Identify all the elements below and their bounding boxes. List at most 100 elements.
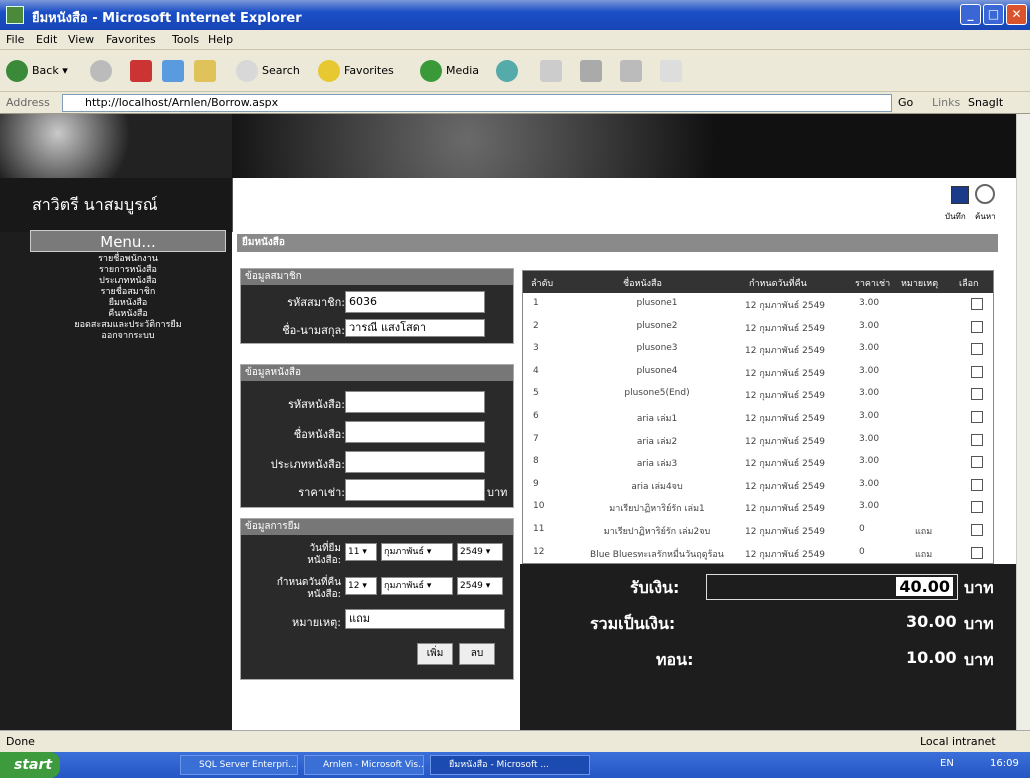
member-name-field[interactable]: วารณี แสงโสดา [345, 319, 485, 337]
task-visual-studio[interactable]: Arnlen - Microsoft Vis... [304, 755, 424, 775]
window-titlebar[interactable]: ยืมหนังสือ - Microsoft Internet Explorer… [0, 0, 1030, 30]
row-title: aria เล่ม3 [636, 459, 678, 470]
book-panel: ข้อมูลหนังสือ รหัสหนังสือ: ชื่อหนังสือ: … [240, 364, 514, 508]
minimize-button[interactable]: _ [960, 4, 981, 25]
media-button[interactable]: Media [420, 58, 479, 84]
magnifier-icon[interactable] [975, 184, 995, 204]
book-name-field[interactable] [345, 421, 485, 443]
address-input[interactable]: http://localhost/Arnlen/Borrow.aspx [62, 94, 892, 112]
sidebar-item-return[interactable]: คืนหนังสือ [30, 309, 226, 320]
start-button[interactable]: start [0, 752, 60, 778]
mail-button[interactable] [540, 58, 566, 84]
row-due: 12 กุมภาพันธ์ 2549 [745, 549, 826, 560]
menu-favorites[interactable]: Favorites [106, 33, 156, 46]
book-id-field[interactable] [345, 391, 485, 413]
home-button[interactable] [194, 58, 220, 84]
due-month-select[interactable]: กุมภาพันธ์ ▾ [381, 577, 453, 595]
task-ie[interactable]: ยืมหนังสือ - Microsoft ... [430, 755, 590, 775]
page-scrollbar[interactable] [1016, 114, 1030, 752]
sidebar-item-borrow[interactable]: ยืมหนังสือ [30, 298, 226, 309]
add-button[interactable]: เพิ่ม [417, 643, 453, 665]
row-select-checkbox[interactable] [971, 298, 983, 310]
sidebar-item-logout[interactable]: ออกจากระบบ [30, 331, 226, 342]
row-select-checkbox[interactable] [971, 433, 983, 446]
received-value: 40.00 [896, 577, 953, 596]
sidebar-item-history[interactable]: ยอดสะสมและประวัติการยืม [30, 320, 226, 331]
row-select-checkbox[interactable] [971, 501, 983, 514]
row-select-checkbox[interactable] [971, 320, 983, 333]
total-label: รวมเป็นเงิน: [590, 614, 676, 633]
borrow-day-select[interactable]: 11 ▾ [345, 543, 377, 561]
close-button[interactable]: ✕ [1006, 4, 1027, 25]
sidebar-item-books[interactable]: รายการหนังสือ [30, 265, 226, 276]
discuss-icon [660, 60, 682, 82]
back-button[interactable]: Back ▾ [6, 58, 68, 84]
table-row: 11 มาเรียปาฏิหาริย์รัก เล่ม2จบ 12 กุมภาพัน… [523, 519, 993, 541]
stop-button[interactable] [130, 58, 156, 84]
media-label: Media [446, 64, 480, 77]
table-row: 8 aria เล่ม3 12 กุมภาพันธ์ 2549 3.00 [523, 451, 993, 473]
sidebar-item-employees[interactable]: รายชื่อพนักงาน [30, 254, 226, 265]
due-year-select[interactable]: 2549 ▾ [457, 577, 503, 595]
go-button[interactable]: Go [898, 96, 913, 109]
language-indicator[interactable]: EN [940, 758, 954, 769]
row-select-checkbox[interactable] [971, 478, 983, 491]
sidebar-item-book-types[interactable]: ประเภทหนังสือ [30, 276, 226, 287]
menu-edit[interactable]: Edit [36, 33, 57, 46]
row-select-checkbox[interactable] [971, 546, 983, 559]
book-price-field[interactable] [345, 479, 485, 501]
search-button[interactable]: Search [236, 58, 300, 84]
refresh-icon [162, 60, 184, 82]
member-id-field[interactable]: 6036 [345, 291, 485, 313]
discuss-button[interactable] [660, 58, 686, 84]
sidebar-menu: รายชื่อพนักงาน รายการหนังสือ ประเภทหนังส… [30, 252, 226, 402]
row-select-checkbox[interactable] [971, 411, 983, 423]
header-right: บันทึก ค้นหา [232, 178, 1016, 232]
menu-tools[interactable]: Tools [172, 33, 199, 46]
row-price: 3.00 [859, 478, 880, 489]
snagit-button[interactable]: SnagIt [968, 96, 1003, 109]
row-select-checkbox[interactable] [971, 456, 983, 469]
maximize-button[interactable]: □ [983, 4, 1004, 25]
row-select-checkbox[interactable] [971, 343, 983, 356]
forward-button[interactable] [90, 58, 116, 84]
col-select: เลือก [959, 279, 979, 289]
row-due: 12 กุมภาพันธ์ 2549 [745, 391, 826, 402]
row-select-checkbox[interactable] [971, 365, 983, 378]
borrow-month-select[interactable]: กุมภาพันธ์ ▾ [381, 543, 453, 561]
menu-title: Menu... [30, 230, 226, 252]
task-sql-server[interactable]: SQL Server Enterpri... [180, 755, 298, 775]
save-icon[interactable] [951, 186, 969, 204]
received-field[interactable]: 40.00 [706, 574, 958, 600]
due-day-select[interactable]: 12 ▾ [345, 577, 377, 595]
history-button[interactable] [496, 58, 522, 84]
favorites-button[interactable]: Favorites [318, 58, 394, 84]
table-row: 5 plusone5(End) 12 กุมภาพันธ์ 2549 3.00 [523, 383, 993, 405]
row-title: aria เล่ม4จบ [631, 481, 683, 492]
menu-view[interactable]: View [68, 33, 94, 46]
delete-button[interactable]: ลบ [459, 643, 495, 665]
change-label: ทอน: [656, 650, 694, 669]
refresh-button[interactable] [162, 58, 188, 84]
row-due: 12 กุมภาพันธ์ 2549 [745, 459, 826, 470]
search-icon [236, 60, 258, 82]
row-due: 12 กุมภาพันธ์ 2549 [745, 527, 826, 537]
row-title: aria เล่ม2 [636, 436, 678, 447]
links-label[interactable]: Links [932, 96, 960, 109]
row-due: 12 กุมภาพันธ์ 2549 [745, 504, 826, 515]
edit-icon [620, 60, 642, 82]
print-button[interactable] [580, 58, 606, 84]
menu-file[interactable]: File [6, 33, 24, 46]
menu-help[interactable]: Help [208, 33, 233, 46]
row-price: 3.00 [859, 343, 880, 354]
table-row: 2 plusone2 12 กุมภาพันธ์ 2549 3.00 [523, 316, 993, 338]
row-select-checkbox[interactable] [971, 524, 983, 536]
note-field[interactable]: แถม [345, 609, 505, 629]
borrow-year-select[interactable]: 2549 ▾ [457, 543, 503, 561]
row-select-checkbox[interactable] [971, 388, 983, 401]
edit-button[interactable] [620, 58, 646, 84]
member-name-label: ชื่อ-นามสกุล: [282, 324, 345, 337]
book-type-field[interactable] [345, 451, 485, 473]
row-title: Blue Bluesทะเลรักหมื่นวันฤดูร้อน [590, 549, 724, 560]
sidebar-item-members[interactable]: รายชื่อสมาชิก [30, 287, 226, 298]
